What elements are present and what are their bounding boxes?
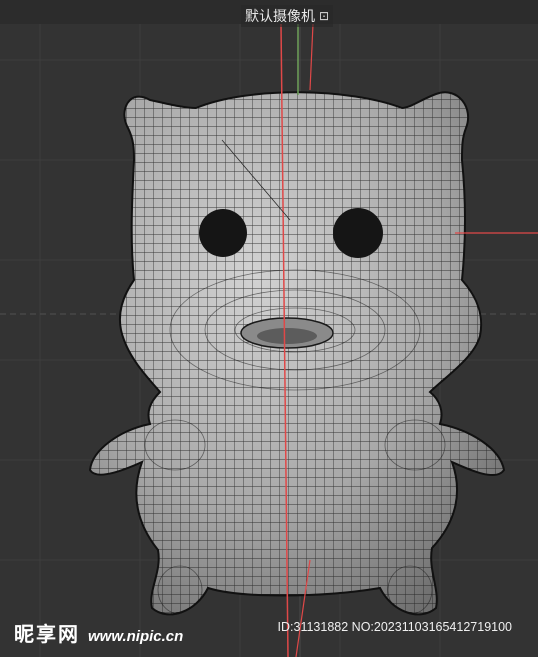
camera-selector[interactable]: 默认摄像机 ⊡ xyxy=(241,5,334,27)
watermark-id: ID:31131882 NO:20231103165412719100 xyxy=(277,620,512,634)
watermark-logo: 昵享网 xyxy=(14,622,80,646)
mesh-character xyxy=(89,91,505,616)
camera-name: 默认摄像机 xyxy=(245,9,315,25)
watermark-logo-block: 昵享网 www.nipic.cn xyxy=(14,618,183,647)
right-eye xyxy=(333,208,383,258)
watermark-url: www.nipic.cn xyxy=(88,628,184,645)
3d-viewport[interactable]: 默认摄像机 ⊡ 昵享网 www.nipic.cn ID:31131882 NO:… xyxy=(0,0,538,657)
camera-icon[interactable]: ⊡ xyxy=(319,9,329,23)
axis-line-red-2 xyxy=(309,23,314,91)
viewport-scene xyxy=(0,23,538,657)
left-eye xyxy=(199,209,247,257)
